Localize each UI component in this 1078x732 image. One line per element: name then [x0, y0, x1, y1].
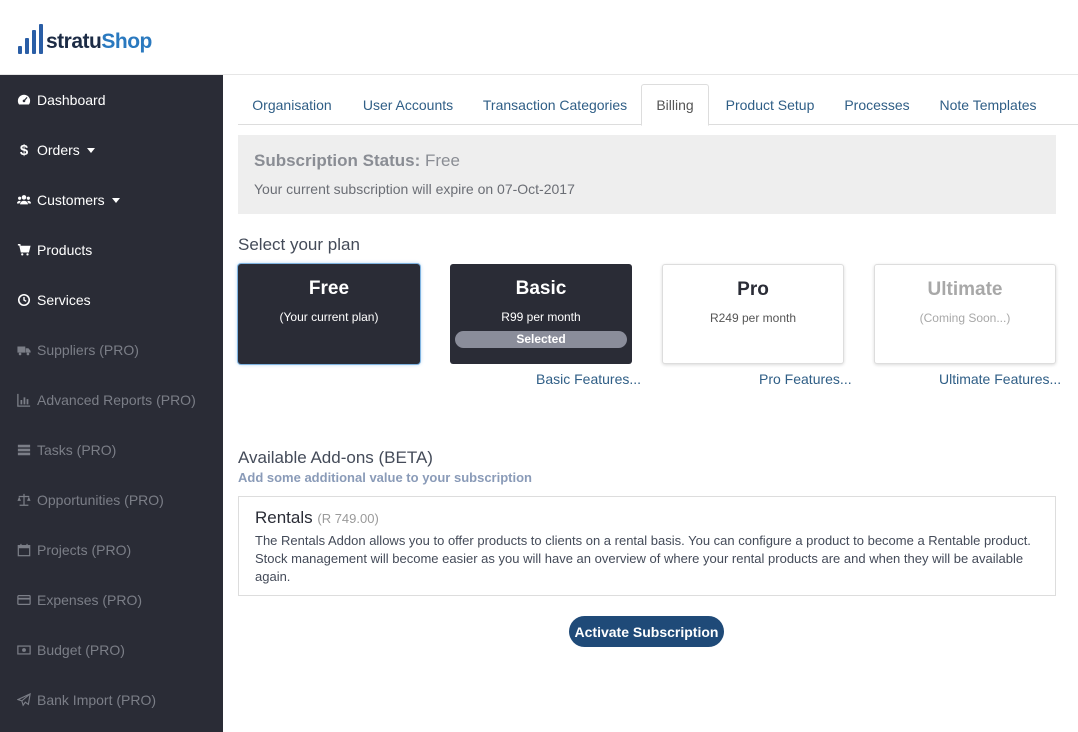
subscription-status-value: Free: [424, 151, 460, 170]
sidebar-item-label: Tasks (PRO): [37, 442, 117, 458]
tab-billing[interactable]: Billing: [641, 84, 709, 126]
tab-organisation[interactable]: Organisation: [238, 84, 346, 125]
users-icon: [16, 192, 32, 208]
top-bar: stratuShop: [0, 0, 1078, 75]
cart-icon: [16, 242, 32, 258]
plan-name: Free: [308, 278, 350, 299]
activate-subscription-button[interactable]: Activate Subscription: [569, 616, 724, 647]
plan-name: Basic: [515, 278, 567, 299]
balance-scale-icon: [16, 492, 32, 508]
plan-subtitle: R249 per month: [709, 311, 797, 325]
sidebar-item-dashboard[interactable]: Dashboard: [0, 75, 223, 125]
sidebar-item-tasks[interactable]: Tasks (PRO): [0, 425, 223, 475]
money-icon: [16, 642, 32, 658]
sidebar-item-label: Products: [37, 242, 93, 258]
chevron-down-icon: [86, 147, 95, 153]
ultimate-features-link[interactable]: Ultimate Features...: [939, 371, 1061, 387]
dashboard-icon: [16, 92, 32, 108]
sidebar: Dashboard $ Orders Customers Products Se…: [0, 75, 223, 732]
pro-features-link[interactable]: Pro Features...: [759, 371, 852, 387]
selected-badge: Selected: [455, 331, 627, 348]
addon-card-rentals[interactable]: Rentals (R 749.00) The Rentals Addon all…: [238, 496, 1056, 596]
tab-product-setup[interactable]: Product Setup: [714, 84, 826, 125]
plan-subtitle: (Coming Soon...): [919, 311, 1011, 325]
credit-card-icon: [16, 592, 32, 608]
bar-chart-icon: [16, 392, 32, 408]
sidebar-item-products[interactable]: Products: [0, 225, 223, 275]
plan-card-pro[interactable]: Pro R249 per month: [662, 264, 844, 364]
sidebar-item-orders[interactable]: $ Orders: [0, 125, 223, 175]
subscription-status-title: Subscription Status: Free: [254, 151, 460, 170]
sidebar-item-label: Services: [37, 292, 91, 308]
paper-plane-icon: [16, 692, 32, 708]
sidebar-item-label: Orders: [37, 142, 80, 158]
plan-subtitle: (Your current plan): [279, 310, 379, 324]
addon-title: Rentals (R 749.00): [255, 508, 379, 527]
addons-heading: Available Add-ons (BETA): [238, 448, 433, 467]
tab-user-accounts[interactable]: User Accounts: [350, 84, 466, 125]
tab-processes[interactable]: Processes: [832, 84, 922, 125]
sidebar-item-label: Customers: [37, 192, 105, 208]
sidebar-item-bank-import[interactable]: Bank Import (PRO): [0, 675, 223, 725]
sidebar-item-label: Expenses (PRO): [37, 592, 143, 608]
calendar-icon: [16, 542, 32, 558]
tab-note-templates[interactable]: Note Templates: [928, 84, 1048, 125]
stratushop-logo[interactable]: stratuShop: [18, 22, 152, 54]
sidebar-item-label: Projects (PRO): [37, 542, 132, 558]
sidebar-item-label: Dashboard: [37, 92, 106, 108]
truck-icon: [16, 342, 32, 358]
sidebar-item-label: Budget (PRO): [37, 642, 125, 658]
sidebar-item-projects[interactable]: Projects (PRO): [0, 525, 223, 575]
sidebar-item-expenses[interactable]: Expenses (PRO): [0, 575, 223, 625]
dollar-icon: $: [19, 141, 29, 159]
sidebar-item-label: Advanced Reports (PRO): [37, 392, 196, 408]
plan-card-free[interactable]: Free (Your current plan): [238, 264, 420, 364]
settings-tabs: Organisation User Accounts Transaction C…: [238, 84, 1078, 126]
plans-heading: Select your plan: [238, 235, 360, 254]
plan-card-basic[interactable]: Basic R99 per month Selected: [450, 264, 632, 364]
plan-name: Ultimate: [927, 279, 1003, 300]
logo-wordmark: stratuShop: [46, 30, 152, 53]
chevron-down-icon: [111, 197, 120, 203]
plan-subtitle: R99 per month: [501, 310, 581, 324]
sidebar-item-advanced-reports[interactable]: Advanced Reports (PRO): [0, 375, 223, 425]
sidebar-item-label: Opportunities (PRO): [37, 492, 164, 508]
tab-transaction-categories[interactable]: Transaction Categories: [470, 84, 640, 125]
tasks-icon: [16, 442, 32, 458]
logo-bars-icon: [18, 24, 43, 54]
sidebar-item-opportunities[interactable]: Opportunities (PRO): [0, 475, 223, 525]
clock-icon: [16, 292, 32, 308]
sidebar-item-suppliers[interactable]: Suppliers (PRO): [0, 325, 223, 375]
plan-name: Pro: [737, 279, 769, 300]
subscription-expiry-text: Your current subscription will expire on…: [254, 181, 575, 197]
addons-subheading: Add some additional value to your subscr…: [238, 470, 532, 485]
plan-card-ultimate[interactable]: Ultimate (Coming Soon...): [874, 264, 1056, 364]
sidebar-item-label: Bank Import (PRO): [37, 692, 157, 708]
basic-features-link[interactable]: Basic Features...: [536, 371, 641, 387]
addon-price: (R 749.00): [317, 511, 379, 526]
sidebar-item-budget[interactable]: Budget (PRO): [0, 625, 223, 675]
sidebar-item-customers[interactable]: Customers: [0, 175, 223, 225]
subscription-status-panel: Subscription Status: Free Your current s…: [238, 135, 1056, 214]
sidebar-item-services[interactable]: Services: [0, 275, 223, 325]
addon-description: The Rentals Addon allows you to offer pr…: [255, 533, 1031, 584]
sidebar-item-label: Suppliers (PRO): [37, 342, 139, 358]
